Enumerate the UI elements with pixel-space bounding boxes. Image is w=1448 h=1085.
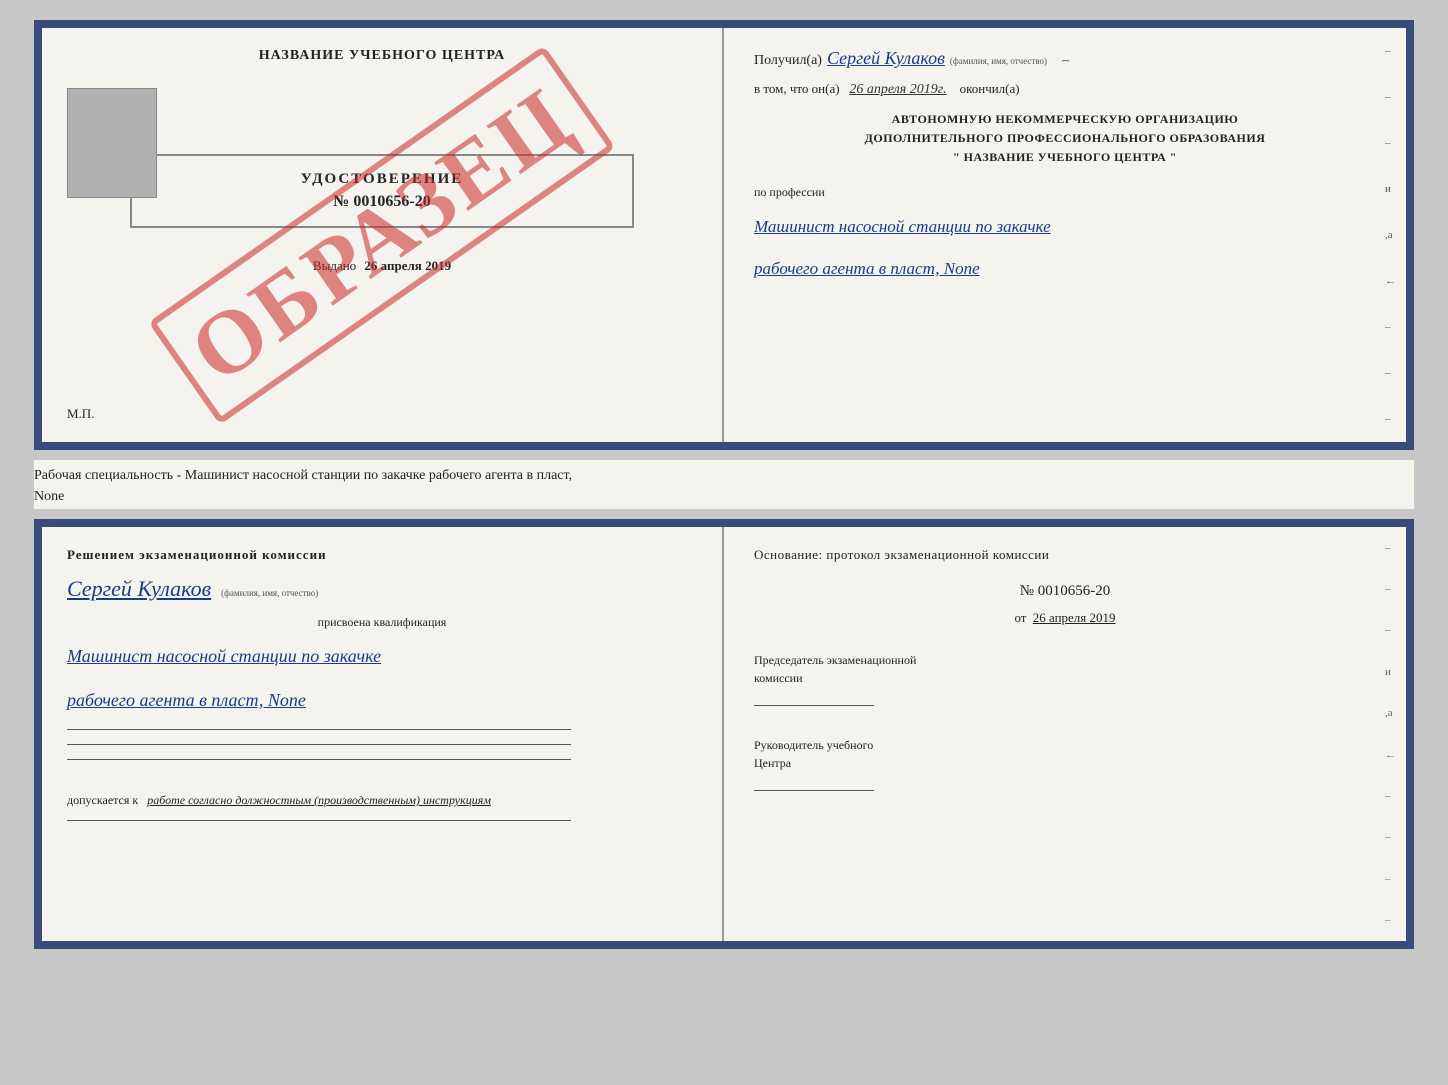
- watermark: ОБРАЗЕЦ: [148, 45, 616, 425]
- po-professii-label: по профессии: [754, 185, 1376, 200]
- okonchil-label: окончил(а): [960, 81, 1020, 96]
- top-left-title: НАЗВАНИЕ УЧЕБНОГО ЦЕНТРА: [259, 48, 505, 64]
- underline4: [67, 820, 571, 821]
- top-doc-left: НАЗВАНИЕ УЧЕБНОГО ЦЕНТРА УДОСТОВЕРЕНИЕ №…: [42, 28, 724, 442]
- separator-line2: None: [34, 489, 64, 504]
- poluchil-line: Получил(а) Сергей Кулаков (фамилия, имя,…: [754, 48, 1376, 69]
- org-line3: " НАЗВАНИЕ УЧЕБНОГО ЦЕНТРА ": [754, 148, 1376, 167]
- top-document: НАЗВАНИЕ УЧЕБНОГО ЦЕНТРА УДОСТОВЕРЕНИЕ №…: [34, 20, 1414, 450]
- protocol-number: № 0010656-20: [754, 583, 1376, 600]
- fio-hint-top: (фамилия, имя, отчество): [950, 56, 1047, 66]
- bottom-doc-left: Решением экзаменационной комиссии Сергей…: [42, 527, 724, 941]
- rukovoditel-line1: Руководитель учебного: [754, 736, 1376, 754]
- vydano-label: Выдано: [313, 258, 356, 273]
- profession-line1: Машинист насосной станции по закачке: [754, 212, 1376, 243]
- udostoverenie-box: УДОСТОВЕРЕНИЕ № 0010656-20: [130, 154, 634, 228]
- predsedatel-label: Председатель экзаменационной комиссии: [754, 651, 1376, 687]
- vtom-date: 26 апреля 2019г.: [849, 82, 946, 97]
- bottom-document: Решением экзаменационной комиссии Сергей…: [34, 519, 1414, 949]
- vtom-label: в том, что он(а): [754, 81, 840, 96]
- bottom-fio-hint: (фамилия, имя, отчество): [221, 588, 318, 598]
- predsedatel-line1: Председатель экзаменационной: [754, 651, 1376, 669]
- udostoverenie-title: УДОСТОВЕРЕНИЕ: [152, 171, 612, 188]
- dopuskaetsya-text: работе согласно должностным (производств…: [147, 793, 491, 807]
- org-line1: АВТОНОМНУЮ НЕКОММЕРЧЕСКУЮ ОРГАНИЗАЦИЮ: [754, 110, 1376, 129]
- ot-prefix: от: [1014, 610, 1026, 625]
- vtom-line: в том, что он(а) 26 апреля 2019г. окончи…: [754, 81, 1376, 98]
- profession-line2: рабочего агента в пласт, None: [754, 254, 1376, 285]
- kvali-line1: Машинист насосной станции по закачке: [67, 638, 697, 674]
- photo-placeholder: [67, 88, 157, 198]
- poluchil-name: Сергей Кулаков: [827, 48, 945, 69]
- ot-date: 26 апреля 2019: [1033, 610, 1116, 625]
- predsedatel-signature-line: [754, 705, 874, 706]
- underline1: [67, 729, 571, 730]
- top-doc-right: Получил(а) Сергей Кулаков (фамилия, имя,…: [724, 28, 1406, 442]
- rukovoditel-line2: Центра: [754, 754, 1376, 772]
- dash-poluchil: –: [1062, 53, 1069, 69]
- dopuskaetsya-line: допускается к работе согласно должностны…: [67, 791, 697, 809]
- underline3: [67, 759, 571, 760]
- rukovoditel-label: Руководитель учебного Центра: [754, 736, 1376, 772]
- bottom-name-line: Сергей Кулаков (фамилия, имя, отчество): [67, 571, 697, 602]
- bottom-doc-right: Основание: протокол экзаменационной коми…: [724, 527, 1406, 941]
- vydano-line: Выдано 26 апреля 2019: [313, 258, 451, 274]
- kvali-line2: рабочего агента в пласт, None: [67, 682, 697, 718]
- prisvoena-label: присвоена квалификация: [67, 615, 697, 630]
- org-line2: ДОПОЛНИТЕЛЬНОГО ПРОФЕССИОНАЛЬНОГО ОБРАЗО…: [754, 129, 1376, 148]
- underline2: [67, 744, 571, 745]
- dopuskaetsya-prefix: допускается к: [67, 793, 138, 807]
- mp-label: М.П.: [67, 406, 94, 422]
- protocol-date: от 26 апреля 2019: [754, 610, 1376, 626]
- predsedatel-line2: комиссии: [754, 669, 1376, 687]
- right-dashes-bottom: – – – и ,а ← – – – –: [1385, 527, 1396, 941]
- resheniem-title: Решением экзаменационной комиссии: [67, 547, 697, 563]
- bottom-name: Сергей Кулаков: [67, 576, 211, 602]
- right-dashes-top: – – – и ,а ← – – –: [1385, 28, 1396, 442]
- separator-text: Рабочая специальность - Машинист насосно…: [34, 460, 1414, 509]
- vydano-date: 26 апреля 2019: [364, 258, 451, 273]
- osnovanie-label: Основание: протокол экзаменационной коми…: [754, 547, 1376, 563]
- doc-number: № 0010656-20: [152, 193, 612, 211]
- rukovoditel-signature-line: [754, 790, 874, 791]
- poluchil-label: Получил(а): [754, 53, 822, 69]
- separator-line1: Рабочая специальность - Машинист насосно…: [34, 468, 572, 483]
- org-block: АВТОНОМНУЮ НЕКОММЕРЧЕСКУЮ ОРГАНИЗАЦИЮ ДО…: [754, 110, 1376, 168]
